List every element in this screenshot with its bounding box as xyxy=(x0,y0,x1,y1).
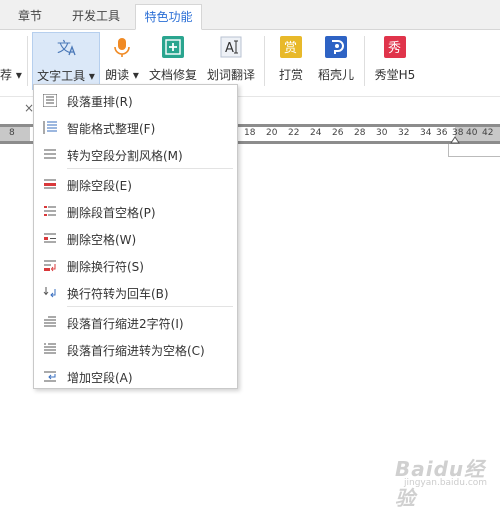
ruler-tick-label: 42 xyxy=(482,128,494,138)
menu-item-empty-paragraph-style[interactable]: 转为空段分割风格(M) xyxy=(34,141,237,167)
xiutang-h5-button[interactable]: 秀 秀堂H5 xyxy=(370,32,420,90)
docer-label: 稻壳儿 xyxy=(317,68,354,82)
svg-text:A: A xyxy=(225,41,234,56)
menu-item-delete-leading-space[interactable]: 删除段首空格(P) xyxy=(34,198,237,224)
xiutang-h5-label: 秀堂H5 xyxy=(374,68,416,82)
doc-repair-button[interactable]: 文档修复 xyxy=(147,32,199,90)
menu-item-label: 换行符转为回车(B) xyxy=(67,287,169,301)
first-line-indent-icon xyxy=(44,316,56,327)
word-translate-button[interactable]: A 划词翻译 xyxy=(205,32,257,90)
page-corner-mark xyxy=(448,144,449,156)
menu-item-label: 删除换行符(S) xyxy=(67,260,144,274)
empty-paragraph-style-icon xyxy=(44,149,56,159)
smart-format-icon xyxy=(43,121,57,134)
menu-item-first-line-indent[interactable]: 段落首行缩进2字符(I) xyxy=(34,309,237,335)
tab-developer-tools[interactable]: 开发工具 xyxy=(60,4,132,29)
docer-button[interactable]: 稻壳儿 xyxy=(314,32,358,90)
ruler-tick-label: 40 xyxy=(466,128,478,138)
ruler-tick-label: 20 xyxy=(266,128,278,138)
menu-item-label: 删除空格(W) xyxy=(67,233,137,247)
ruler-tick-label: 32 xyxy=(398,128,410,138)
ruler-tick-label: 30 xyxy=(376,128,388,138)
menu-item-label: 增加空段(A) xyxy=(67,371,133,385)
menu-item-delete-line-break[interactable]: 删除换行符(S) xyxy=(34,252,237,278)
menu-item-label: 段落重排(R) xyxy=(67,95,133,109)
ruler-tick-label: 28 xyxy=(354,128,366,138)
read-aloud-label: 朗读 ▾ xyxy=(105,68,139,82)
delete-empty-paragraph-icon xyxy=(44,179,56,189)
menu-item-line-break-to-enter[interactable]: 换行符转为回车(B) xyxy=(34,279,237,305)
menu-item-label: 转为空段分割风格(M) xyxy=(67,149,183,163)
delete-space-icon xyxy=(44,233,56,243)
ruler-tick-label: 22 xyxy=(288,128,300,138)
svg-text:秀: 秀 xyxy=(388,41,401,56)
paragraph-rearrange-icon xyxy=(43,94,57,107)
menu-item-label: 删除空段(E) xyxy=(67,179,132,193)
doc-repair-icon xyxy=(162,36,184,58)
delete-line-break-icon xyxy=(44,260,56,272)
docer-icon xyxy=(325,36,347,58)
ruler-tick-label: 36 xyxy=(436,128,448,138)
ruler-tick-label: 18 xyxy=(244,128,256,138)
ribbon-separator xyxy=(364,36,365,86)
delete-leading-space-icon xyxy=(44,206,56,216)
tip-icon: 赏 xyxy=(280,36,302,58)
text-tools-dropdown-menu: 段落重排(R) 智能格式整理(F) 转为空段分割风格(M) 删除空段(E) 删除… xyxy=(33,84,238,389)
recommend-button[interactable]: 荐 ▾ xyxy=(0,32,22,90)
menu-item-smart-format[interactable]: 智能格式整理(F) xyxy=(34,114,237,140)
text-tools-icon: 文 xyxy=(55,37,77,59)
menu-item-indent-to-space[interactable]: 段落首行缩进转为空格(C) xyxy=(34,336,237,362)
ruler-tick-label: 34 xyxy=(420,128,432,138)
add-empty-paragraph-icon xyxy=(44,371,56,382)
word-translate-label: 划词翻译 xyxy=(206,68,255,82)
menu-item-delete-space[interactable]: 删除空格(W) xyxy=(34,225,237,251)
menu-item-delete-empty-paragraph[interactable]: 删除空段(E) xyxy=(34,171,237,197)
indent-marker-icon[interactable] xyxy=(450,132,460,144)
menu-item-label: 智能格式整理(F) xyxy=(67,122,156,136)
menu-separator xyxy=(67,306,233,307)
text-tools-label: 文字工具 ▾ xyxy=(37,69,95,83)
svg-text:赏: 赏 xyxy=(284,41,297,56)
xiutang-h5-icon: 秀 xyxy=(384,36,406,58)
read-aloud-button[interactable]: 朗读 ▾ xyxy=(102,32,142,90)
ruler-tick-label: 8 xyxy=(9,128,15,138)
menu-item-add-empty-paragraph[interactable]: 增加空段(A) xyxy=(34,363,237,389)
ruler-tick-label: 24 xyxy=(310,128,322,138)
tip-label: 打赏 xyxy=(278,68,303,82)
tab-chapter[interactable]: 章节 xyxy=(4,4,56,29)
ribbon-separator xyxy=(27,36,28,86)
ribbon-separator xyxy=(264,36,265,86)
menu-item-label: 删除段首空格(P) xyxy=(67,206,156,220)
indent-to-space-icon xyxy=(44,343,56,354)
tip-button[interactable]: 赏 打赏 xyxy=(272,32,310,90)
ruler-tick-label: 26 xyxy=(332,128,344,138)
tab-special-features[interactable]: 特色功能 xyxy=(135,4,202,30)
menu-item-paragraph-rearrange[interactable]: 段落重排(R) xyxy=(34,87,237,113)
translate-icon: A xyxy=(220,36,242,58)
watermark-url: jingyan.baidu.com xyxy=(404,478,488,488)
page-corner-mark xyxy=(448,156,500,157)
ruler-left-margin xyxy=(0,127,30,141)
doc-repair-label: 文档修复 xyxy=(148,68,197,82)
menu-item-label: 段落首行缩进2字符(I) xyxy=(67,317,184,331)
menu-separator xyxy=(67,168,233,169)
text-tools-button[interactable]: 文 文字工具 ▾ xyxy=(32,32,100,90)
recommend-label: 荐 ▾ xyxy=(0,68,22,82)
microphone-icon xyxy=(111,36,133,58)
menu-item-label: 段落首行缩进转为空格(C) xyxy=(67,344,205,358)
ribbon-tab-bar: 章节 开发工具 特色功能 xyxy=(0,0,500,30)
line-break-to-enter-icon xyxy=(43,287,56,298)
